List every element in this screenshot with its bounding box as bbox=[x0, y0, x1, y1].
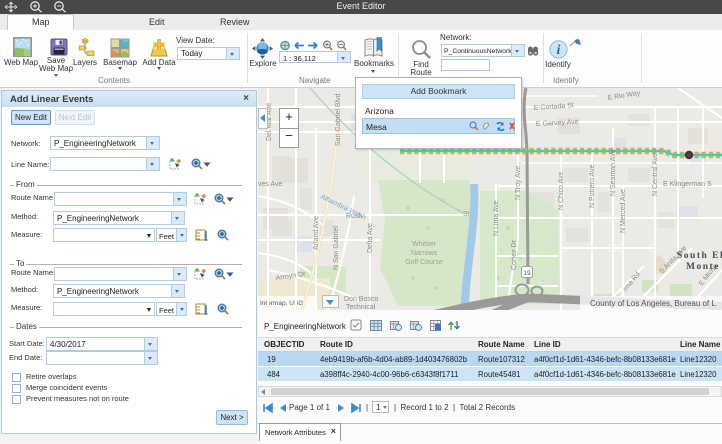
svg-text:N Chico Ave: N Chico Ave bbox=[558, 172, 565, 210]
svg-text:County of Los Angeles, Bureau: County of Los Angeles, Bureau of L bbox=[590, 299, 716, 308]
svg-text:St: St bbox=[463, 211, 470, 218]
svg-text:19: 19 bbox=[523, 270, 531, 277]
svg-text:N Seaman Ave: N Seaman Ave bbox=[610, 149, 617, 196]
svg-text:N Central Ave: N Central Ave bbox=[652, 153, 659, 196]
svg-text:N Lima Ave: N Lima Ave bbox=[493, 200, 500, 236]
svg-text:i: i bbox=[557, 43, 561, 58]
svg-text:E Klingerman S: E Klingerman S bbox=[663, 181, 712, 188]
svg-text:ves Ave: ves Ave bbox=[258, 181, 282, 188]
svg-text:Delta Ave: Delta Ave bbox=[367, 223, 374, 253]
svg-text:N Potrero Ave: N Potrero Ave bbox=[589, 164, 596, 208]
svg-text:N Merced Ave: N Merced Ave bbox=[620, 189, 627, 233]
svg-text:San Gabriel Blvd: San Gabriel Blvd bbox=[335, 93, 342, 146]
svg-text:Don Bosco: Don Bosco bbox=[344, 296, 378, 303]
svg-text:Golf Course: Golf Course bbox=[405, 259, 442, 266]
svg-text:Monte: Monte bbox=[686, 262, 720, 272]
svg-text:N San Gabriel: N San Gabriel bbox=[333, 226, 340, 270]
svg-text:Narrows: Narrows bbox=[411, 250, 438, 257]
svg-text:N Troy Ave: N Troy Ave bbox=[515, 166, 522, 200]
svg-text:Whittier: Whittier bbox=[412, 241, 436, 248]
svg-text:Cortez Dr: Cortez Dr bbox=[511, 239, 518, 270]
svg-text:Arland Ave: Arland Ave bbox=[313, 216, 320, 250]
svg-text:South El: South El bbox=[677, 251, 722, 261]
